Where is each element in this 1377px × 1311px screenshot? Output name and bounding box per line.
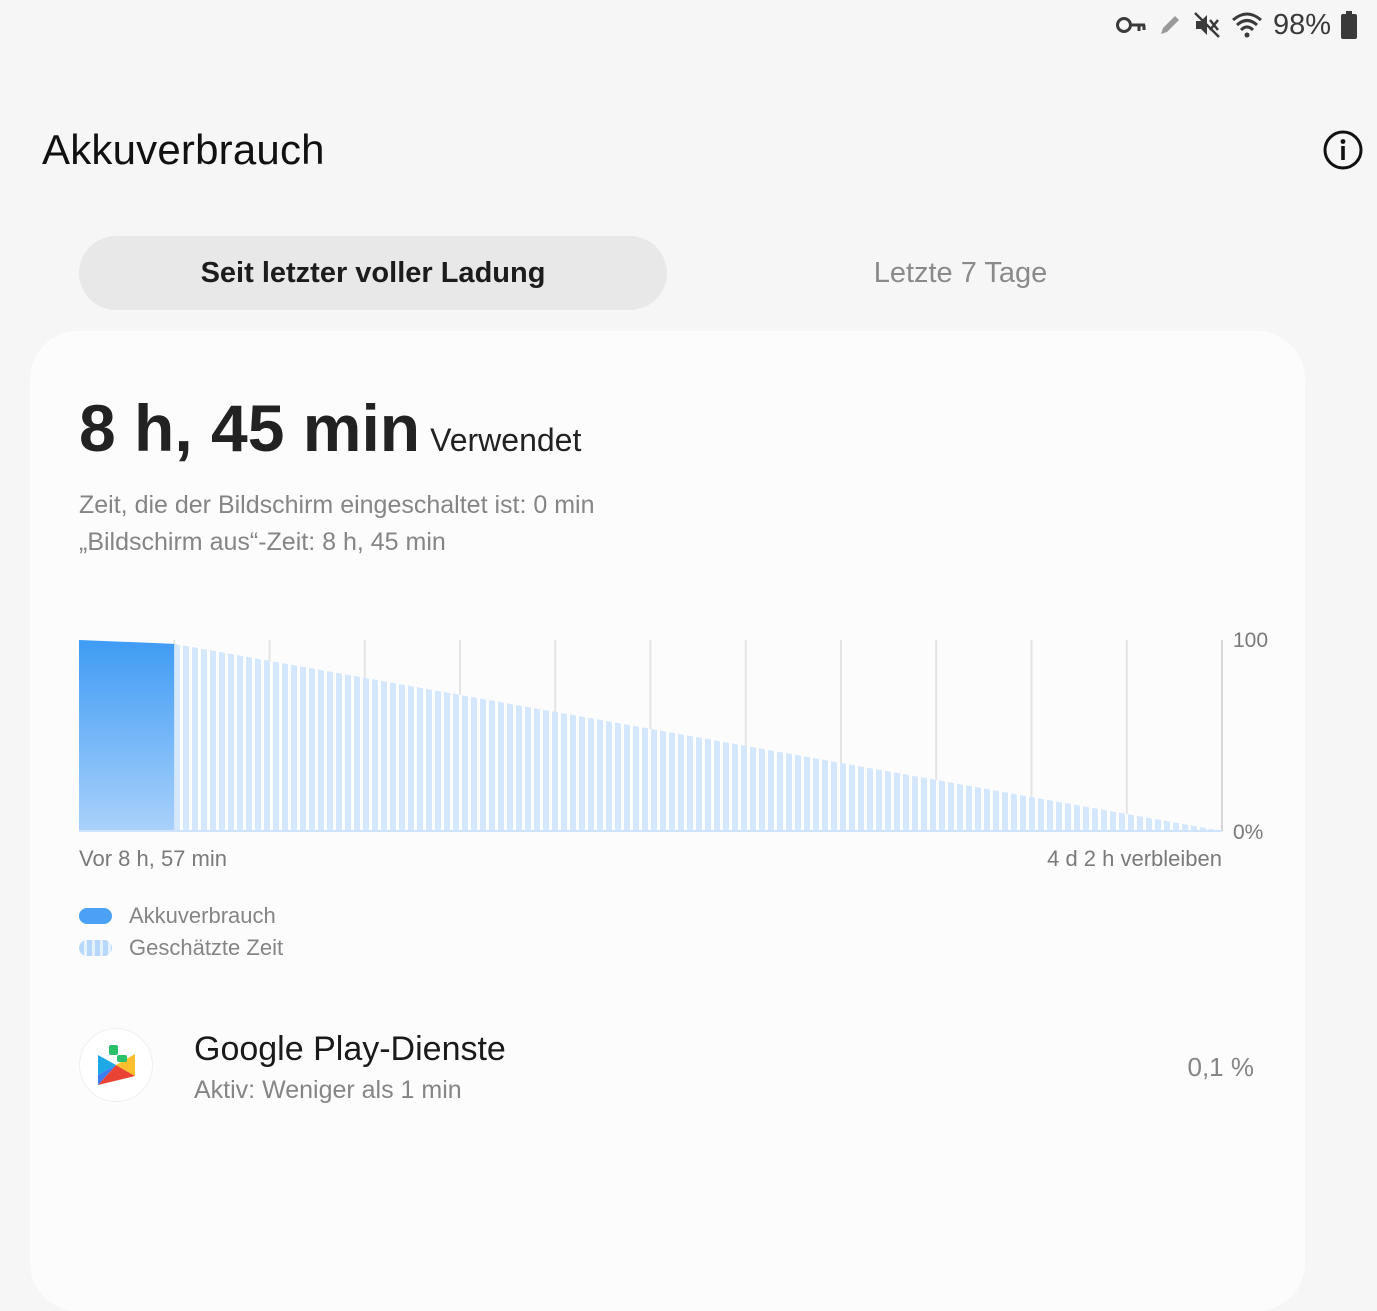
y-tick-top: 100 (1233, 629, 1268, 652)
y-tick-bottom: 0% (1233, 821, 1263, 844)
app-active-time: Aktiv: Weniger als 1 min (194, 1076, 462, 1104)
legend-item-usage: Akkuverbrauch (79, 903, 276, 929)
legend-swatch-usage (79, 908, 112, 924)
legend-swatch-estimated (79, 940, 112, 956)
app-name: Google Play-Dienste (194, 1030, 506, 1068)
legend-label-usage: Akkuverbrauch (129, 903, 276, 928)
estimated-area (174, 643, 1222, 831)
usage-area (79, 640, 175, 831)
app-usage-percent: 0,1 % (1187, 1052, 1255, 1082)
legend-item-estimated: Geschätzte Zeit (79, 935, 283, 961)
legend-label-estimated: Geschätzte Zeit (129, 935, 284, 960)
x-start-label: Vor 8 h, 57 min (79, 846, 227, 871)
battery-chart: 100 0% (79, 629, 1268, 844)
x-end-label: 4 d 2 h verbleiben (1047, 846, 1222, 871)
list-item[interactable]: Google Play-Dienste Aktiv: Weniger als 1… (79, 1028, 1254, 1108)
google-play-services-icon (79, 1028, 153, 1102)
